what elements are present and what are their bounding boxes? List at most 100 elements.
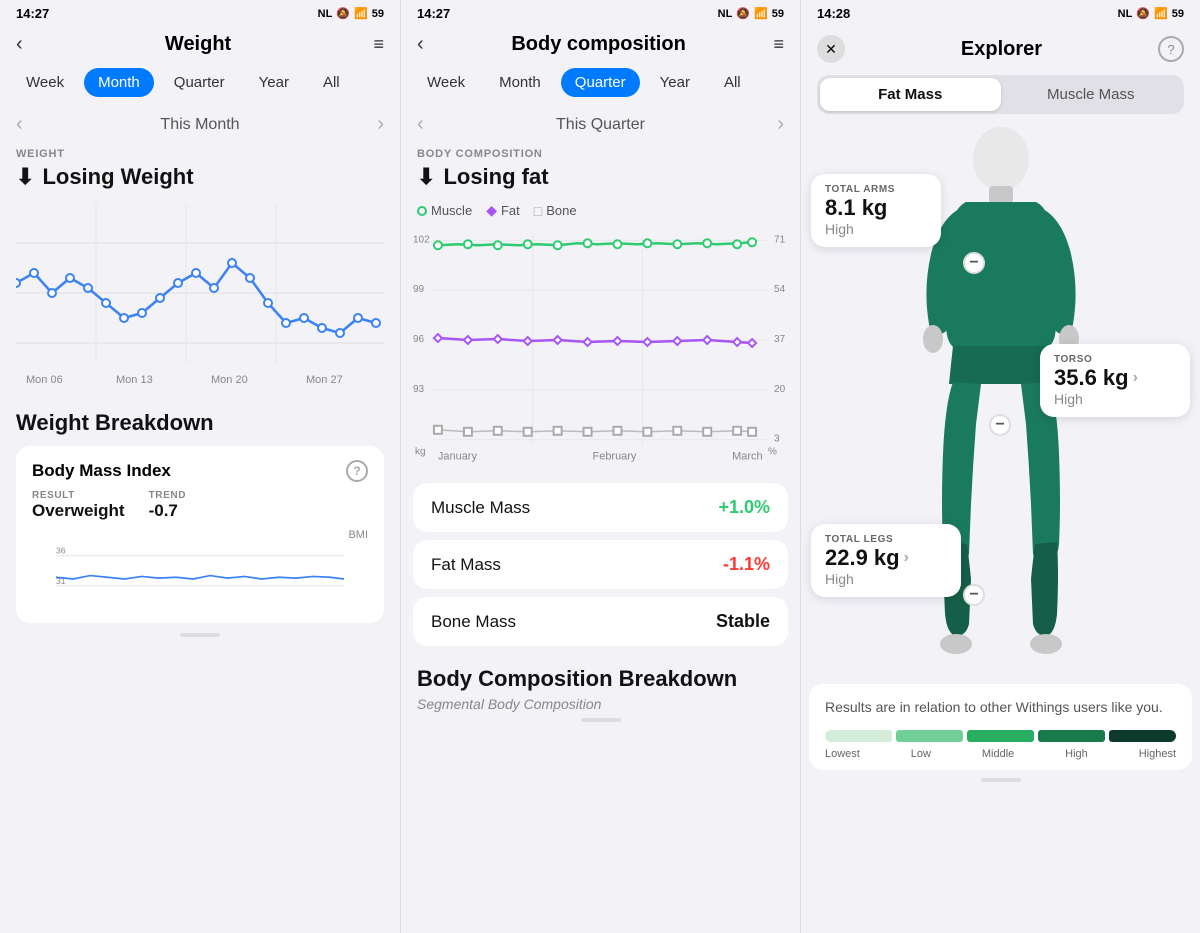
next-period-2[interactable]: › xyxy=(777,113,784,136)
back-button-2[interactable]: ‹ xyxy=(417,33,424,56)
muscle-mass-value: +1.0% xyxy=(718,497,770,518)
svg-text:3: 3 xyxy=(774,434,780,445)
legend-label-highest: Highest xyxy=(1139,748,1176,760)
bmi-result: RESULT Overweight xyxy=(32,490,125,521)
svg-text:54: 54 xyxy=(774,284,786,295)
muscle-dot xyxy=(417,206,427,216)
legend-muscle: Muscle xyxy=(417,202,472,219)
prev-period-2[interactable]: ‹ xyxy=(417,113,424,136)
chart-legend: Muscle ◆ Fat □ Bone xyxy=(401,198,800,225)
bone-mass-value: Stable xyxy=(716,611,770,632)
weight-chart-svg: Mon 06 Mon 13 Mon 20 Mon 27 xyxy=(16,198,384,398)
prev-period-1[interactable]: ‹ xyxy=(16,113,23,136)
color-seg-lowest xyxy=(825,730,892,742)
body-model-area: TOTAL ARMS 8.1 kg High − TORSO 35.6 kg ›… xyxy=(801,124,1200,684)
arms-info-card[interactable]: TOTAL ARMS 8.1 kg High xyxy=(811,174,941,247)
color-seg-highest xyxy=(1109,730,1176,742)
body-comp-period-nav: ‹ This Quarter › xyxy=(401,105,800,144)
svg-text:%: % xyxy=(768,447,777,458)
legend-bar-area: Results are in relation to other Withing… xyxy=(809,684,1192,770)
arms-value: 8.1 kg xyxy=(825,195,927,221)
bmi-card-header: Body Mass Index ? xyxy=(32,460,368,482)
bmi-card: Body Mass Index ? RESULT Overweight TREN… xyxy=(16,446,384,623)
status-bar-2: 14:27 NL 🔕 📶 59 xyxy=(401,0,800,25)
svg-text:Mon 20: Mon 20 xyxy=(211,374,248,386)
breakdown-title: Weight Breakdown xyxy=(16,410,384,436)
svg-text:20: 20 xyxy=(774,384,786,395)
explorer-toggle-tabs: Fat Mass Muscle Mass xyxy=(817,75,1184,114)
tab-year-2[interactable]: Year xyxy=(646,68,704,97)
legend-bone-label: Bone xyxy=(546,203,576,218)
status-bar-3: 14:28 NL 🔕 📶 59 xyxy=(801,0,1200,25)
muscle-mass-card: Muscle Mass +1.0% xyxy=(413,483,788,532)
bmi-trend-label: TREND xyxy=(149,490,186,501)
tab-week-1[interactable]: Week xyxy=(12,68,78,97)
weight-panel: 14:27 NL 🔕 📶 59 ‹ Weight ≡ Week Month Qu… xyxy=(0,0,400,933)
fat-mass-value: -1.1% xyxy=(723,554,770,575)
status-icons-2: NL 🔕 📶 59 xyxy=(718,7,784,20)
legend-label-lowest: Lowest xyxy=(825,748,860,760)
svg-text:Mon 13: Mon 13 xyxy=(116,374,153,386)
weight-header: ‹ Weight ≡ xyxy=(0,25,400,64)
tab-quarter-1[interactable]: Quarter xyxy=(160,68,239,97)
back-button-1[interactable]: ‹ xyxy=(16,33,23,56)
tab-year-1[interactable]: Year xyxy=(245,68,303,97)
bmi-info-icon[interactable]: ? xyxy=(346,460,368,482)
menu-button-1[interactable]: ≡ xyxy=(373,34,384,55)
help-button[interactable]: ? xyxy=(1158,36,1184,62)
explorer-title: Explorer xyxy=(961,38,1042,61)
legs-status: High xyxy=(825,571,947,587)
next-period-1[interactable]: › xyxy=(377,113,384,136)
legend-bar-text: Results are in relation to other Withing… xyxy=(825,698,1176,718)
torso-info-card[interactable]: TORSO 35.6 kg › High xyxy=(1040,344,1190,417)
bmi-result-value: Overweight xyxy=(32,501,125,520)
bmi-result-label: RESULT xyxy=(32,490,125,501)
svg-text:99: 99 xyxy=(413,284,425,295)
weight-chart: Mon 06 Mon 13 Mon 20 Mon 27 xyxy=(0,198,400,398)
svg-text:93: 93 xyxy=(413,384,425,395)
explorer-header: ✕ Explorer ? xyxy=(801,25,1200,71)
svg-text:Mon 06: Mon 06 xyxy=(26,374,63,386)
body-breakdown: Body Composition Breakdown Segmental Bod… xyxy=(401,654,800,732)
tab-all-1[interactable]: All xyxy=(309,68,354,97)
svg-text:37: 37 xyxy=(774,334,786,345)
fat-mass-label: Fat Mass xyxy=(431,555,501,575)
color-seg-middle xyxy=(967,730,1034,742)
legs-info-card[interactable]: TOTAL LEGS 22.9 kg › High xyxy=(811,524,961,597)
menu-button-2[interactable]: ≡ xyxy=(773,34,784,55)
toggle-muscle-mass[interactable]: Muscle Mass xyxy=(1001,78,1182,111)
status-icons-3: NL 🔕 📶 59 xyxy=(1118,7,1184,20)
bmi-chart-svg: 36 31 xyxy=(32,543,368,603)
legend-label-middle: Middle xyxy=(982,748,1014,760)
legend-fat-label: Fat xyxy=(501,203,520,218)
tab-quarter-2[interactable]: Quarter xyxy=(561,68,640,97)
torso-chevron-icon: › xyxy=(1133,369,1138,387)
bone-mass-label: Bone Mass xyxy=(431,612,516,632)
close-button[interactable]: ✕ xyxy=(817,35,845,63)
weight-section-label: WEIGHT xyxy=(0,144,400,162)
legend-muscle-label: Muscle xyxy=(431,203,472,218)
legs-chevron-icon: › xyxy=(904,549,909,567)
body-comp-chart-svg: 102 99 96 93 kg 71 54 37 20 3 % xyxy=(413,225,788,475)
scroll-hint-2 xyxy=(581,718,621,722)
weight-period-nav: ‹ This Month › xyxy=(0,105,400,144)
bmi-mini-chart: BMI 36 31 xyxy=(32,529,368,609)
legs-value: 22.9 kg › xyxy=(825,545,947,571)
segmental-subtitle: Segmental Body Composition xyxy=(417,696,784,712)
bmi-stats: RESULT Overweight TREND -0.7 xyxy=(32,490,368,521)
toggle-fat-mass[interactable]: Fat Mass xyxy=(820,78,1001,111)
status-time-3: 14:28 xyxy=(817,6,850,21)
body-comp-time-tabs: Week Month Quarter Year All xyxy=(401,64,800,105)
tab-month-1[interactable]: Month xyxy=(84,68,154,97)
tab-month-2[interactable]: Month xyxy=(485,68,555,97)
svg-text:January: January xyxy=(438,451,478,463)
tab-week-2[interactable]: Week xyxy=(413,68,479,97)
legend-fat: ◆ Fat xyxy=(486,202,520,219)
bmi-trend-value: -0.7 xyxy=(149,501,178,520)
fat-mass-card: Fat Mass -1.1% xyxy=(413,540,788,589)
bmi-card-title: Body Mass Index xyxy=(32,461,171,481)
body-composition-panel: 14:27 NL 🔕 📶 59 ‹ Body composition ≡ Wee… xyxy=(400,0,800,933)
tab-all-2[interactable]: All xyxy=(710,68,755,97)
bone-square-icon: □ xyxy=(534,203,542,219)
weight-breakdown-section: Weight Breakdown Body Mass Index ? RESUL… xyxy=(0,398,400,933)
